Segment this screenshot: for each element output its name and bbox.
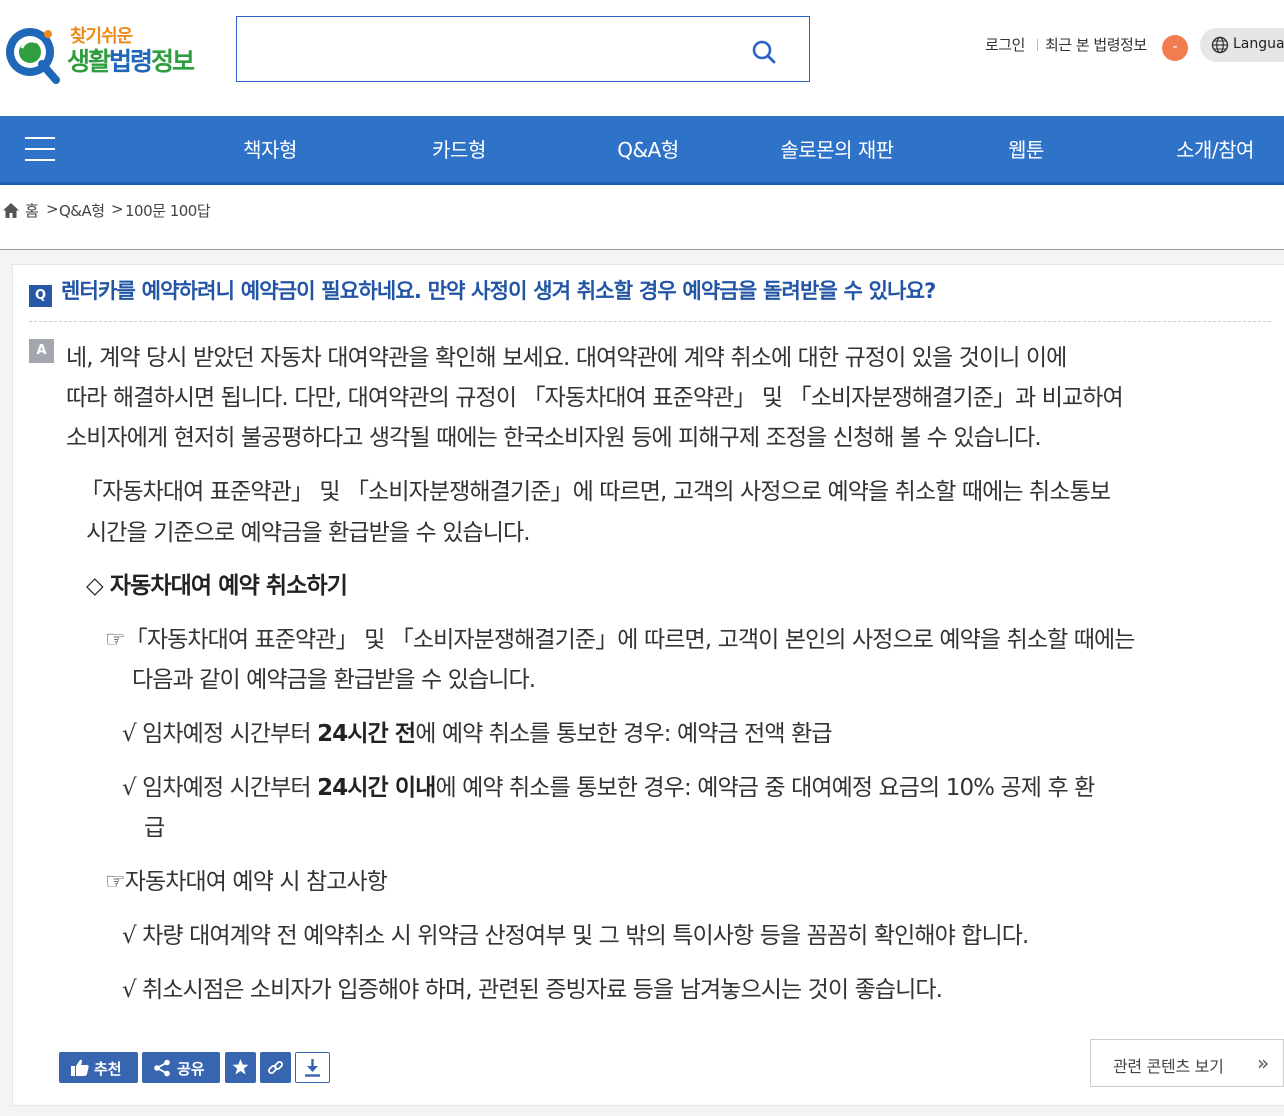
language-button[interactable]: Language [1200,28,1284,62]
check-item-continuation: 급 [144,815,165,841]
point-line: 다음과 같이 예약금을 환급받을 수 있습니다. [132,667,536,693]
nav-item-booklet[interactable]: 책자형 [243,134,297,163]
point-line: ☞자동차대여 예약 시 참고사항 [105,869,388,895]
paragraph-line: 시간을 기준으로 예약금을 환급받을 수 있습니다. [86,520,531,546]
thumbs-up-icon [71,1059,89,1076]
breadcrumb-separator: > [111,200,124,218]
check-item-precaution: √ 차량 대여계약 전 예약취소 시 위약금 산정여부 및 그 밖의 특이사항 … [122,923,1029,949]
related-content-label: 관련 콘텐츠 보기 [1113,1057,1224,1076]
download-icon [305,1059,320,1077]
recent-laws-link[interactable]: 최근 본 법령정보 [1045,34,1147,55]
download-button[interactable] [295,1052,330,1083]
search-box [236,16,810,82]
share-icon [154,1059,170,1077]
nav-item-solomon[interactable]: 솔로몬의 재판 [780,134,894,163]
breadcrumb-qa[interactable]: Q&A형 [59,200,105,221]
recent-count-badge[interactable]: - [1162,35,1188,61]
home-icon[interactable] [2,202,20,219]
breadcrumb: 홈 > Q&A형 > 100문 100답 [0,185,1284,250]
double-chevron-right-icon: » [1257,1051,1270,1075]
question-badge: Q [29,285,52,307]
share-label: 공유 [177,1060,205,1078]
check-item-proof: √ 취소시점은 소비자가 입증해야 하며, 관련된 증빙자료 등을 남겨놓으시는… [122,977,943,1003]
util-divider [1037,39,1038,51]
star-icon [232,1059,249,1075]
answer-line: 소비자에게 현저히 불공평하다고 생각될 때에는 한국소비자원 등에 피해구제 … [66,425,1042,451]
login-link[interactable]: 로그인 [985,34,1025,55]
site-header: 찾기쉬운 생활법령정보 로그인 최근 본 법령정보 - Language [0,0,1284,116]
favorite-button[interactable] [225,1052,256,1083]
menu-icon[interactable] [25,136,55,162]
share-button[interactable]: 공유 [142,1052,220,1083]
recommend-button[interactable]: 추천 [59,1052,138,1083]
globe-icon [1211,36,1229,54]
paragraph-line: 「자동차대여 표준약관」 및 「소비자분쟁해결기준」에 따르면, 고객의 사정으… [80,479,1111,505]
nav-item-webtoon[interactable]: 웹툰 [1008,134,1044,163]
search-icon[interactable] [751,39,777,65]
answer-badge: A [29,339,54,363]
nav-item-about[interactable]: 소개/참여 [1176,134,1254,163]
link-icon [268,1061,283,1074]
check-item-24h-before: √ 임차예정 시간부터 24시간 전에 예약 취소를 통보한 경우: 예약금 전… [122,721,833,747]
breadcrumb-separator: > [46,200,59,218]
related-content-button[interactable]: 관련 콘텐츠 보기 » [1090,1039,1284,1087]
nav-item-qa[interactable]: Q&A형 [617,134,679,163]
copy-link-button[interactable] [260,1052,291,1083]
breadcrumb-current[interactable]: 100문 100답 [125,200,211,221]
logo-title: 생활법령정보 [67,47,195,76]
answer-line: 네, 계약 당시 받았던 자동차 대여약관을 확인해 보세요. 대여약관에 계약… [66,345,1067,371]
check-item-24h-within: √ 임차예정 시간부터 24시간 이내에 예약 취소를 통보한 경우: 예약금 … [122,775,1095,801]
breadcrumb-home[interactable]: 홈 [25,200,39,221]
logo-magnifier-icon [6,28,60,84]
site-logo[interactable]: 찾기쉬운 생활법령정보 [0,18,220,88]
nav-item-card[interactable]: 카드형 [432,134,486,163]
search-input[interactable] [249,27,743,73]
main-nav: 책자형 카드형 Q&A형 솔로몬의 재판 웹툰 소개/참여 [0,116,1284,185]
question-divider [29,321,1271,322]
answer-line: 따라 해결하시면 됩니다. 다만, 대여약관의 규정이 「자동차대여 표준약관」… [66,385,1124,411]
question-text: 렌터카를 예약하려니 예약금이 필요하네요. 만약 사정이 생겨 취소할 경우 … [61,279,936,303]
section-title: ◇ 자동차대여 예약 취소하기 [86,573,348,599]
language-label: Language [1233,36,1284,52]
recommend-label: 추천 [94,1060,122,1078]
point-line: ☞「자동차대여 표준약관」 및 「소비자분쟁해결기준」에 따르면, 고객이 본인… [105,627,1135,653]
